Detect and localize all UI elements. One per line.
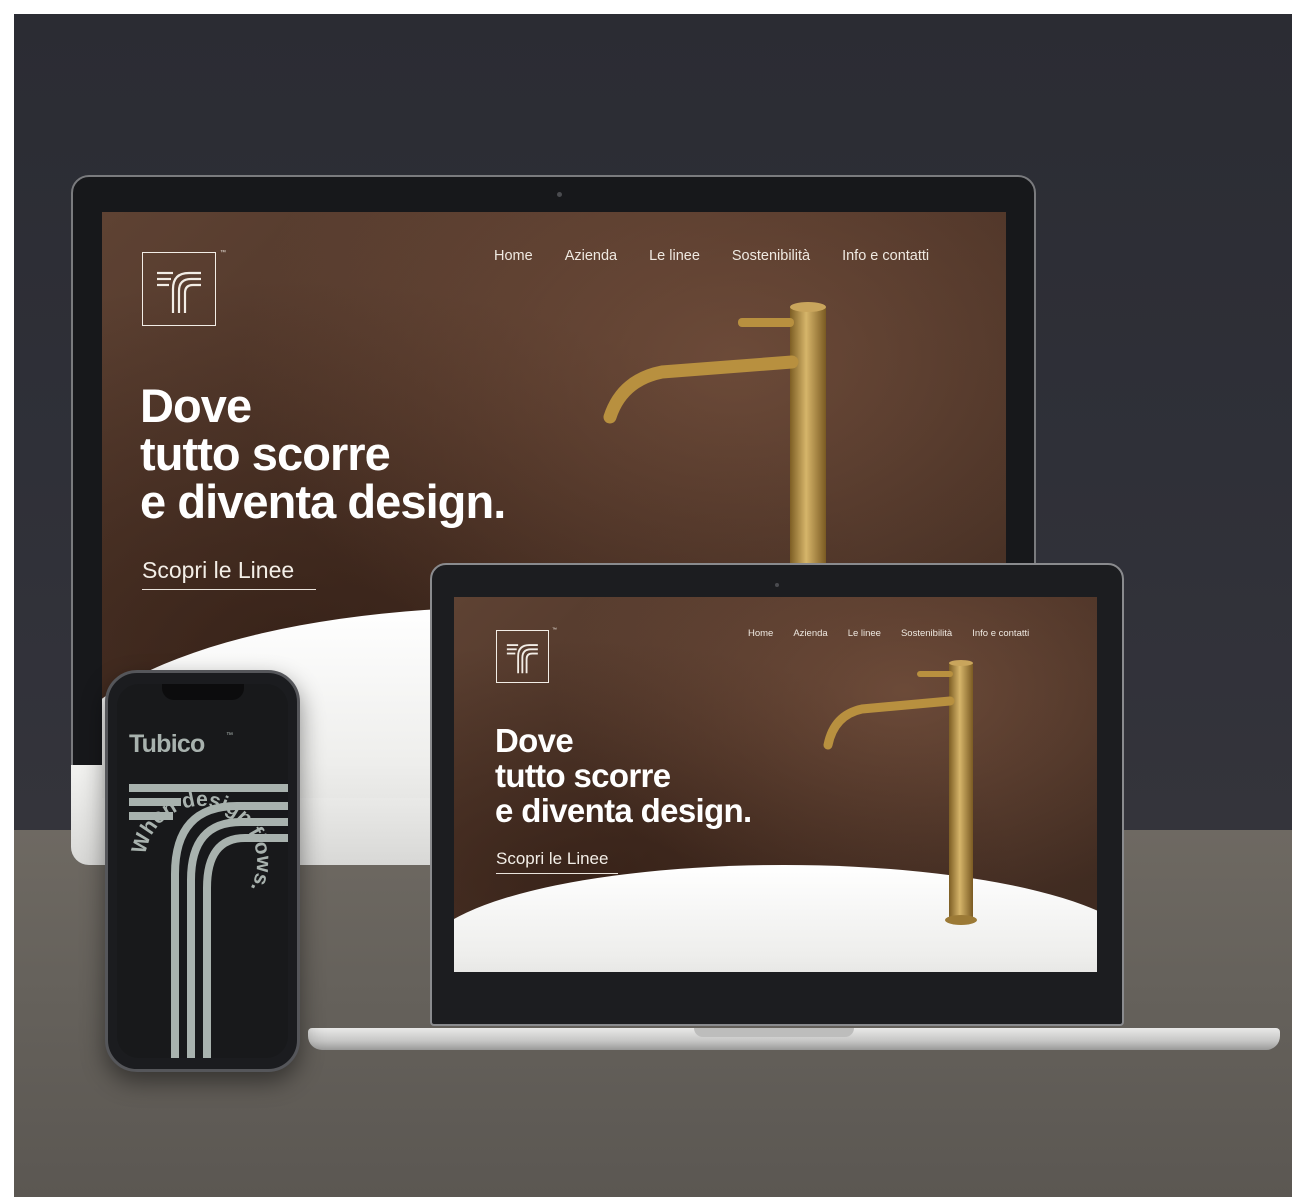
hero-headline: Dove tutto scorre e diventa design. <box>140 379 506 528</box>
headline-line-2: tutto scorre <box>140 427 391 480</box>
logo-icon <box>142 252 216 326</box>
nav-item-le-linee[interactable]: Le linee <box>848 628 881 639</box>
main-nav: Home Azienda Le linee Sostenibilità Info… <box>494 248 929 264</box>
phone-brand-name: Tubico <box>129 730 205 758</box>
phone-trademark-symbol: ™ <box>226 732 233 739</box>
hero-headline: Dove tutto scorre e diventa design. <box>495 723 752 828</box>
scopri-linee-link[interactable]: Scopri le Linee <box>496 849 619 874</box>
nav-item-azienda[interactable]: Azienda <box>793 628 827 639</box>
nav-item-le-linee[interactable]: Le linee <box>649 248 700 264</box>
nav-item-home[interactable]: Home <box>748 628 773 639</box>
laptop-screen: ™ Home Azienda Le linee Sostenibilità In… <box>454 597 1097 972</box>
trademark-symbol: ™ <box>220 250 226 256</box>
scopri-linee-link[interactable]: Scopri le Linee <box>142 557 317 590</box>
nav-item-info-contatti[interactable]: Info e contatti <box>842 248 929 264</box>
nav-item-info-contatti[interactable]: Info e contatti <box>972 628 1029 639</box>
laptop-camera <box>775 583 779 587</box>
nav-item-sostenibilita[interactable]: Sostenibilità <box>732 248 810 264</box>
monitor-camera <box>557 192 562 197</box>
stylized-T-lines-icon <box>157 271 201 313</box>
headline-line-3: e diventa design. <box>495 792 752 829</box>
trademark-symbol: ™ <box>552 627 557 633</box>
logo-icon <box>496 630 549 683</box>
headline-line-2: tutto scorre <box>495 757 671 794</box>
nav-item-home[interactable]: Home <box>494 248 533 264</box>
headline-line-3: e diventa design. <box>140 475 506 528</box>
stylized-T-lines-icon <box>506 644 538 674</box>
main-nav: Home Azienda Le linee Sostenibilità Info… <box>748 628 1029 639</box>
phone-notch <box>162 684 244 700</box>
nav-item-azienda[interactable]: Azienda <box>565 248 617 264</box>
laptop-opening-notch <box>694 1028 854 1037</box>
headline-line-1: Dove <box>140 379 252 432</box>
headline-line-1: Dove <box>495 722 574 759</box>
nav-item-sostenibilita[interactable]: Sostenibilità <box>901 628 952 639</box>
device-mockup-scene: ™ Home Azienda Le linee Sostenibilità In… <box>0 0 1292 1197</box>
